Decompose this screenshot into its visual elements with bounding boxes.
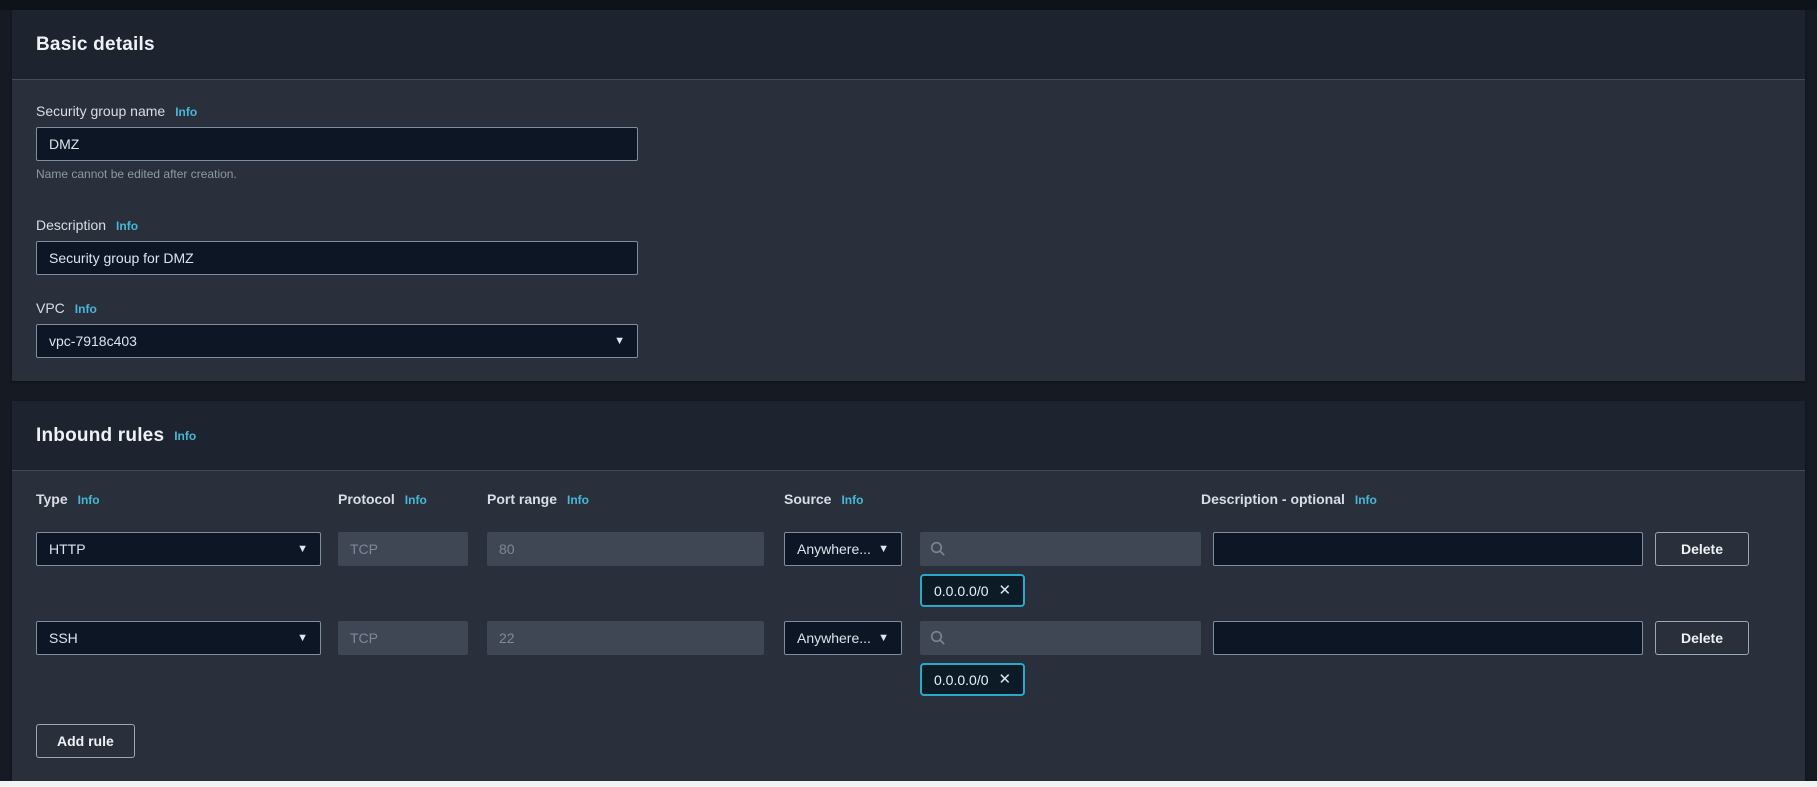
column-header-type: Type Info [36,491,338,507]
search-icon [930,541,945,556]
type-column-label: Type [36,491,68,507]
type-info-link[interactable]: Info [78,493,100,507]
inbound-rules-card: Inbound rules Info Type Info Protocol In… [12,401,1805,781]
source-select-row1[interactable]: Anywhere... ▼ [784,532,902,566]
inbound-rules-header: Inbound rules Info [12,401,1805,471]
inbound-rules-body: Type Info Protocol Info Port range Info … [12,471,1805,781]
add-rule-button[interactable]: Add rule [36,724,135,758]
remove-chip-icon[interactable]: ✕ [999,583,1012,598]
security-group-name-info-link[interactable]: Info [175,105,197,119]
create-security-group-page: Basic details Security group name Info N… [0,10,1817,781]
chevron-down-icon: ▼ [297,631,308,644]
source-search-row1[interactable] [920,532,1201,566]
source-cidr-value: 0.0.0.0/0 [934,671,989,688]
chevron-down-icon: ▼ [614,334,625,347]
port-range-column-label: Port range [487,491,558,507]
source-chip-row1-wrap: 0.0.0.0/0 ✕ [36,574,1781,607]
type-select-http[interactable]: HTTP ▼ [36,532,321,566]
source-cidr-chip-row2[interactable]: 0.0.0.0/0 ✕ [920,663,1026,696]
security-group-name-helper: Name cannot be edited after creation. [36,167,237,181]
basic-details-header: Basic details [12,10,1805,80]
chevron-down-icon: ▼ [878,631,889,644]
description-col-info-link[interactable]: Info [1355,493,1377,507]
security-group-name-field: Security group name Info Name cannot be … [36,103,1781,181]
source-select-row2[interactable]: Anywhere... ▼ [784,621,902,655]
delete-rule-button-row2[interactable]: Delete [1655,621,1749,655]
rule-description-input-row2[interactable] [1213,621,1643,655]
vpc-select[interactable]: vpc-7918c403 ▼ [36,324,638,358]
vpc-field: VPC Info vpc-7918c403 ▼ [36,300,1781,358]
security-group-name-input[interactable] [36,127,638,161]
source-search-row2[interactable] [920,621,1201,655]
basic-details-card: Basic details Security group name Info N… [12,10,1805,381]
type-select-ssh[interactable]: SSH ▼ [36,621,321,655]
page-top-strip [0,0,1817,10]
description-field: Description Info [36,217,1781,275]
inbound-rules-title: Inbound rules [36,424,165,446]
type-select-value: SSH [49,630,78,646]
source-chip-row2-wrap: 0.0.0.0/0 ✕ [36,663,1781,696]
port-range-info-link[interactable]: Info [567,493,589,507]
protocol-input-row1 [338,532,468,566]
vpc-label: VPC [36,300,65,316]
source-select-value: Anywhere... [797,630,871,646]
protocol-column-label: Protocol [338,491,395,507]
chevron-down-icon: ▼ [297,542,308,555]
source-cidr-value: 0.0.0.0/0 [934,582,989,599]
port-range-input-row1 [487,532,764,566]
description-info-link[interactable]: Info [116,219,138,233]
source-search-input-row2[interactable] [954,630,1191,646]
source-cidr-chip-row1[interactable]: 0.0.0.0/0 ✕ [920,574,1026,607]
vpc-select-value: vpc-7918c403 [49,333,137,349]
rule-row-http: HTTP ▼ Anywhere... ▼ [36,532,1781,566]
rules-column-headers: Type Info Protocol Info Port range Info … [36,491,1781,511]
column-header-protocol: Protocol Info [338,491,487,507]
description-label: Description [36,217,107,233]
search-icon [930,630,945,645]
description-input[interactable] [36,241,638,275]
security-group-name-label: Security group name [36,103,166,119]
inbound-rules-info-link[interactable]: Info [174,429,196,443]
type-select-value: HTTP [49,541,86,557]
source-column-label: Source [784,491,832,507]
remove-chip-icon[interactable]: ✕ [999,672,1012,687]
vpc-info-link[interactable]: Info [75,302,97,316]
basic-details-body: Security group name Info Name cannot be … [12,80,1805,381]
page-bottom-edge [0,781,1817,787]
basic-details-title: Basic details [36,33,155,55]
column-header-port-range: Port range Info [487,491,784,507]
source-search-input-row1[interactable] [954,541,1191,557]
column-header-description: Description - optional Info [1201,491,1781,507]
protocol-info-link[interactable]: Info [405,493,427,507]
source-select-value: Anywhere... [797,541,871,557]
port-range-input-row2 [487,621,764,655]
chevron-down-icon: ▼ [878,542,889,555]
protocol-input-row2 [338,621,468,655]
description-column-label: Description - optional [1201,491,1345,507]
rule-row-ssh: SSH ▼ Anywhere... ▼ [36,621,1781,655]
rule-description-input-row1[interactable] [1213,532,1643,566]
column-header-source: Source Info [784,491,1201,507]
source-info-link[interactable]: Info [841,493,863,507]
delete-rule-button-row1[interactable]: Delete [1655,532,1749,566]
